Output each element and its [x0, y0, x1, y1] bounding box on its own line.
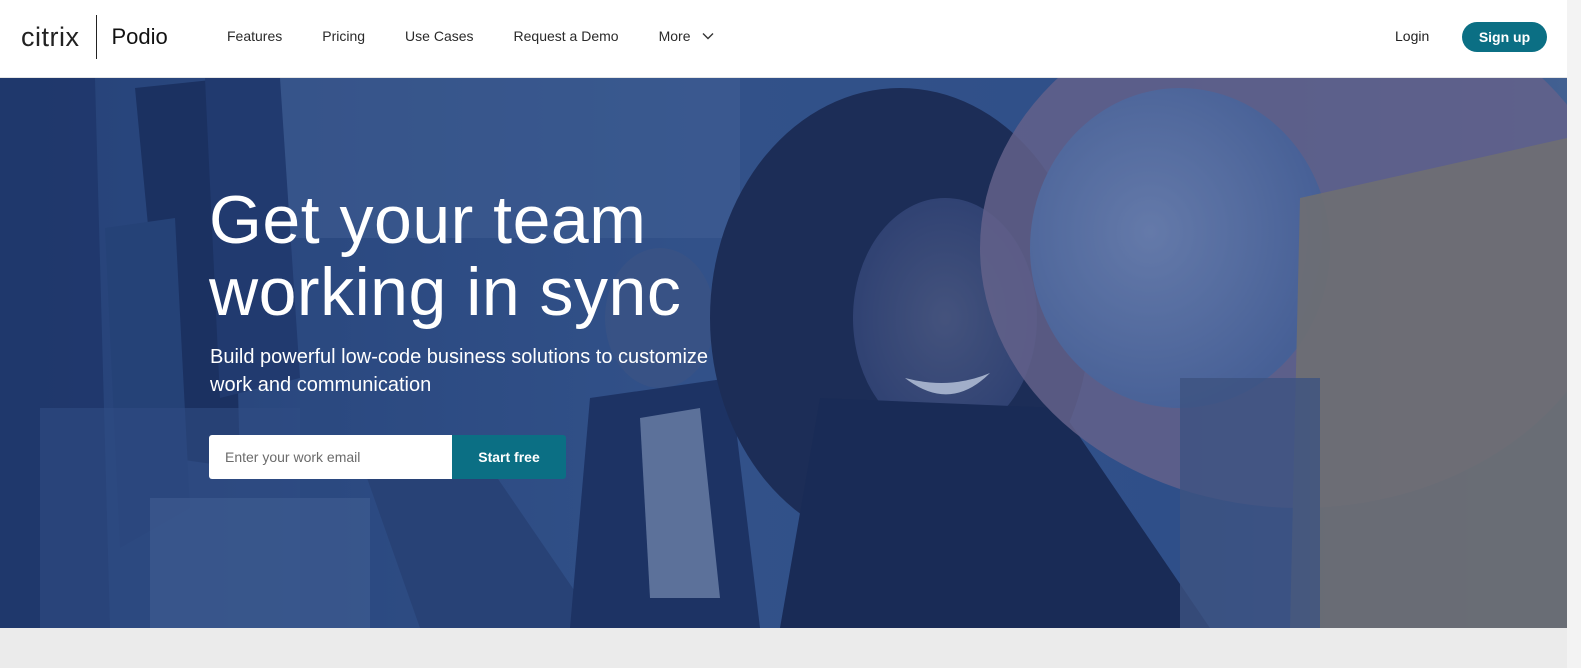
hero-section: Get your team working in sync Build powe… [0, 78, 1567, 628]
hero-title: Get your team working in sync [209, 184, 849, 328]
logo-divider [95, 15, 97, 59]
hero-title-line-2: working in sync [209, 254, 682, 330]
nav-more-label: More [658, 28, 691, 44]
page-scrollbar[interactable] [1567, 0, 1581, 668]
chevron-down-icon [702, 33, 714, 40]
hero-subtitle-line-1: Build powerful low-code business solutio… [210, 346, 709, 368]
nav-features[interactable]: Features [227, 28, 282, 44]
hero-subtitle: Build powerful low-code business solutio… [210, 343, 770, 399]
citrix-podio-logo[interactable]: citrix Podio [21, 14, 168, 60]
hero-subtitle-line-2: work and communication [210, 374, 432, 396]
email-signup-form: Start free [209, 435, 566, 479]
main-nav: Features Pricing Use Cases Request a Dem… [227, 28, 754, 44]
hero-title-line-1: Get your team [209, 182, 647, 258]
citrix-wordmark: citrix [21, 21, 80, 52]
nav-request-demo[interactable]: Request a Demo [514, 28, 619, 44]
page: citrix Podio Features Pricing Use Cases … [0, 0, 1581, 668]
nav-more[interactable]: More [659, 28, 715, 44]
podio-wordmark: Podio [111, 24, 168, 49]
nav-use-cases[interactable]: Use Cases [405, 28, 473, 44]
start-free-button[interactable]: Start free [452, 435, 566, 479]
signup-button[interactable]: Sign up [1462, 22, 1547, 52]
login-link[interactable]: Login [1395, 28, 1429, 44]
nav-pricing[interactable]: Pricing [322, 28, 365, 44]
next-section-band [0, 628, 1567, 668]
work-email-input[interactable] [209, 435, 452, 479]
site-header: citrix Podio Features Pricing Use Cases … [0, 0, 1581, 78]
